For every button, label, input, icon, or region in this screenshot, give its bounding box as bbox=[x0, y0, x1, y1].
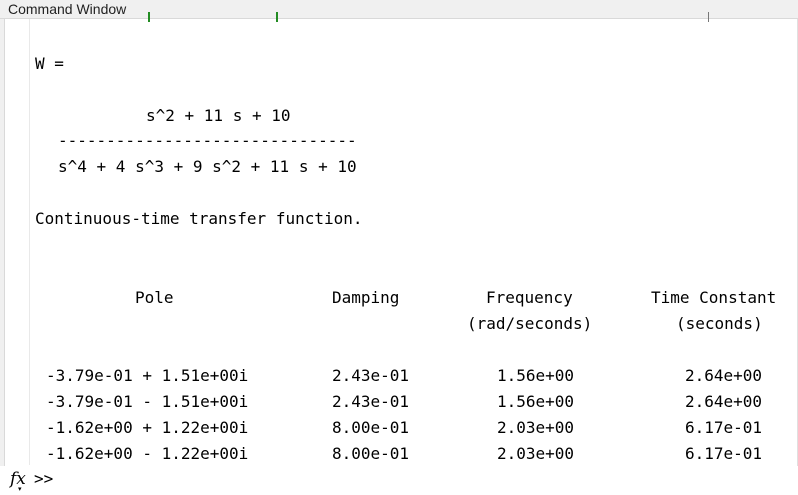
column-header-frequency: Frequency bbox=[486, 288, 573, 307]
cut-off-text-fragment bbox=[148, 12, 150, 22]
cell-damping: 2.43e-01 bbox=[332, 392, 410, 411]
cell-pole: -1.62e+00 + 1.22e+00i bbox=[46, 418, 249, 437]
chevron-down-icon: ▾ bbox=[18, 485, 22, 493]
cell-time-constant: 6.17e-01 bbox=[685, 418, 763, 437]
command-prompt-line[interactable]: fx ▾ >> bbox=[0, 466, 798, 495]
cell-damping: 8.00e-01 bbox=[332, 418, 410, 437]
left-gutter bbox=[0, 19, 5, 495]
column-unit-time-constant: (seconds) bbox=[676, 314, 763, 333]
variable-label: W = bbox=[35, 54, 64, 73]
column-header-time-constant: Time Constant bbox=[651, 288, 777, 307]
cell-time-constant: 2.64e+00 bbox=[685, 366, 763, 385]
cell-pole: -3.79e-01 + 1.51e+00i bbox=[46, 366, 249, 385]
command-window[interactable]: Command Window W = s^2 + 11 s + 10 -----… bbox=[0, 0, 798, 495]
cell-frequency: 1.56e+00 bbox=[497, 392, 575, 411]
cell-pole: -1.62e+00 - 1.22e+00i bbox=[46, 444, 249, 463]
window-title: Command Window bbox=[8, 1, 127, 17]
cell-pole: -3.79e-01 - 1.51e+00i bbox=[46, 392, 249, 411]
title-bar: Command Window bbox=[0, 0, 798, 19]
cut-off-text-fragment bbox=[276, 12, 278, 22]
transfer-numerator: s^2 + 11 s + 10 bbox=[146, 106, 291, 125]
cell-time-constant: 6.17e-01 bbox=[685, 444, 763, 463]
command-prompt[interactable]: >> bbox=[34, 470, 53, 488]
cell-frequency: 2.03e+00 bbox=[497, 444, 575, 463]
cell-frequency: 2.03e+00 bbox=[497, 418, 575, 437]
transfer-fraction-bar: ------------------------------- bbox=[58, 131, 357, 150]
column-header-pole: Pole bbox=[135, 288, 174, 307]
left-gutter-divider bbox=[29, 19, 30, 465]
cut-off-text-fragment bbox=[708, 12, 709, 22]
transfer-denominator: s^4 + 4 s^3 + 9 s^2 + 11 s + 10 bbox=[58, 157, 357, 176]
cell-time-constant: 2.64e+00 bbox=[685, 392, 763, 411]
cell-damping: 8.00e-01 bbox=[332, 444, 410, 463]
column-header-damping: Damping bbox=[332, 288, 400, 307]
cell-damping: 2.43e-01 bbox=[332, 366, 410, 385]
transfer-description: Continuous-time transfer function. bbox=[35, 209, 363, 228]
cell-frequency: 1.56e+00 bbox=[497, 366, 575, 385]
fx-icon[interactable]: fx ▾ bbox=[10, 468, 26, 493]
column-unit-frequency: (rad/seconds) bbox=[467, 314, 593, 333]
